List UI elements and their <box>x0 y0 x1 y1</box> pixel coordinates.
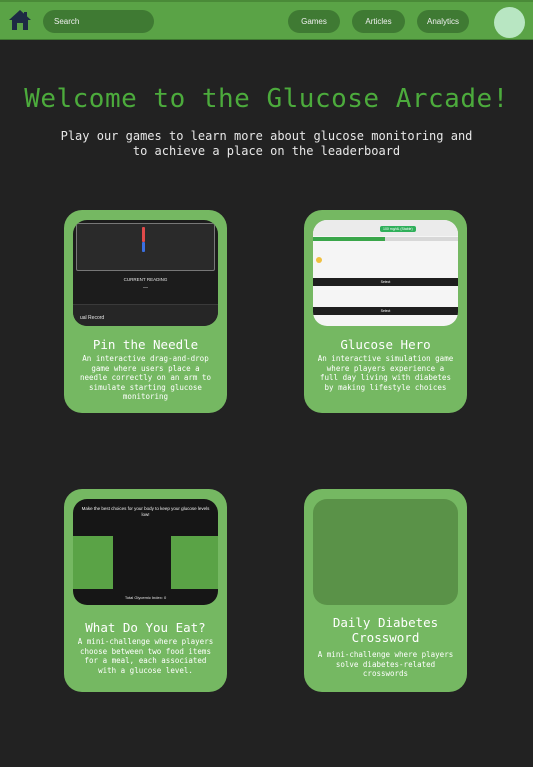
thumbnail-prompt: Make the best choices for your body to k… <box>81 506 210 517</box>
nav-articles-button[interactable]: Articles <box>352 10 405 33</box>
game-thumbnail: Make the best choices for your body to k… <box>73 499 218 605</box>
card-title: Daily Diabetes Crossword <box>332 615 439 645</box>
record-label: ual Record <box>80 315 105 321</box>
card-description: An interactive simulation game where pla… <box>317 354 454 392</box>
sun-icon <box>316 257 322 263</box>
nav-games-button[interactable]: Games <box>288 10 340 33</box>
search-input[interactable] <box>43 10 154 33</box>
reading-label: CURRENT READING <box>123 277 168 282</box>
card-title: Pin the Needle <box>92 337 199 352</box>
game-card-daily-diabetes-crossword[interactable]: Daily Diabetes Crossword A mini-challeng… <box>304 489 467 692</box>
food-option-right <box>171 536 218 589</box>
select-button: Select <box>313 307 458 315</box>
needle-icon <box>142 227 145 242</box>
navbar: Games Articles Analytics <box>0 0 533 40</box>
select-button: Select <box>313 278 458 286</box>
page-title: Welcome to the Glucose Arcade! <box>24 84 509 114</box>
home-button[interactable] <box>7 7 33 33</box>
reading-divider <box>143 287 148 288</box>
card-title: What Do You Eat? <box>85 620 206 635</box>
card-description: A mini-challenge where players solve dia… <box>317 650 454 678</box>
home-icon <box>9 10 31 30</box>
card-description: An interactive drag-and-drop game where … <box>80 354 211 401</box>
glucose-chip: 100 mg/dL (Stable) <box>380 226 416 232</box>
game-thumbnail: CURRENT READING ual Record <box>73 220 218 326</box>
game-card-what-do-you-eat[interactable]: Make the best choices for your body to k… <box>64 489 227 692</box>
page-subtitle: Play our games to learn more about gluco… <box>60 129 473 158</box>
card-description: A mini-challenge where players choose be… <box>77 637 214 675</box>
progress-fill <box>313 237 385 241</box>
game-card-glucose-hero[interactable]: 100 mg/dL (Stable) Select Select Glucose… <box>304 210 467 413</box>
game-card-pin-the-needle[interactable]: CURRENT READING ual Record Pin the Needl… <box>64 210 227 413</box>
card-title: Glucose Hero <box>340 337 431 352</box>
glycemic-index-label: Total Glycemic Index: 0 <box>124 595 167 600</box>
avatar[interactable] <box>494 7 525 38</box>
nav-analytics-button[interactable]: Analytics <box>417 10 469 33</box>
food-option-left <box>73 536 113 589</box>
arm-panel <box>76 223 215 271</box>
game-thumbnail-placeholder <box>313 499 458 605</box>
game-thumbnail: 100 mg/dL (Stable) Select Select <box>313 220 458 326</box>
needle-base <box>142 242 145 252</box>
